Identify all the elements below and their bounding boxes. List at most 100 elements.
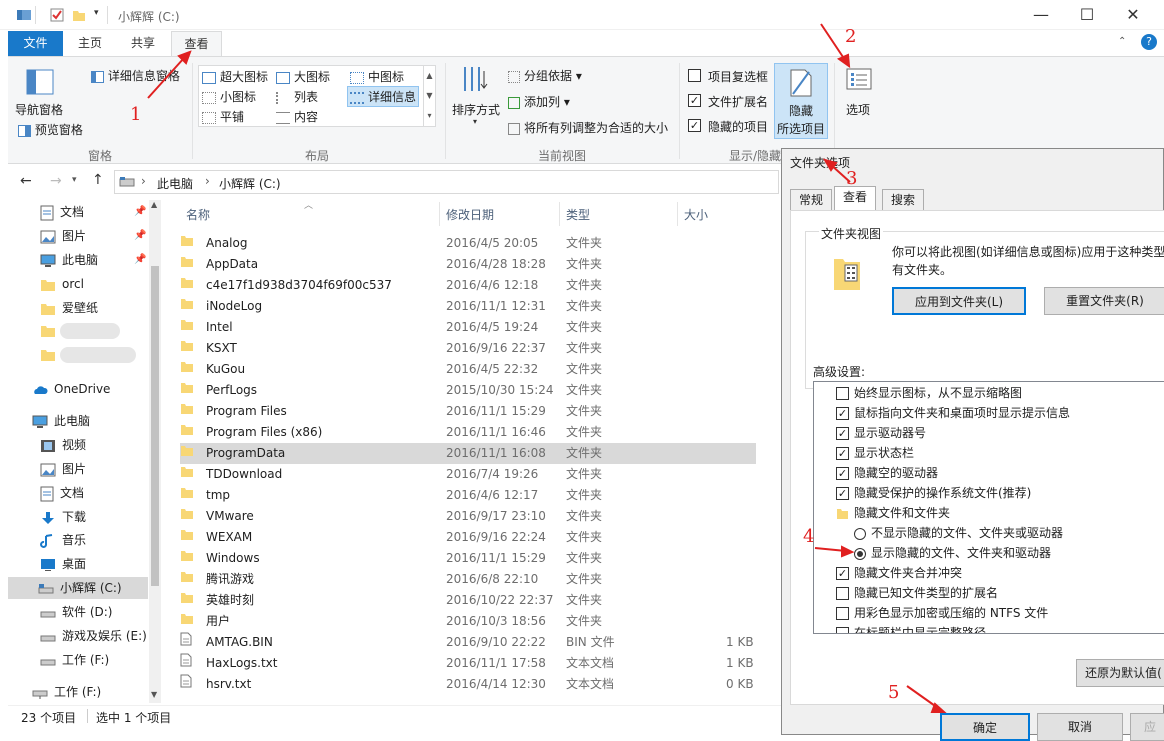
reset-folders-button[interactable]: 重置文件夹(R) — [1044, 287, 1164, 315]
column-header-type[interactable]: 类型 — [566, 206, 590, 223]
breadcrumb-drive[interactable]: 小辉辉 (C:) — [219, 175, 281, 192]
layout-content[interactable]: 内容 — [276, 108, 318, 125]
nav-item-this-pc[interactable]: 此电脑 — [32, 410, 90, 432]
table-row[interactable]: c4e17f1d938d3704f69f00c537 2016/4/6 12:18… — [180, 275, 756, 296]
hide-selected-button[interactable]: 隐藏 所选项目 — [774, 63, 828, 139]
add-column-button[interactable]: 添加列 ▾ — [508, 93, 570, 110]
table-row[interactable]: AppData 2016/4/28 18:28 文件夹 — [180, 254, 756, 275]
advanced-setting-item[interactable]: 显示隐藏的文件、文件夹和驱动器 — [854, 543, 1051, 563]
layout-list[interactable]: 列表 — [276, 88, 318, 105]
advanced-setting-item[interactable]: 隐藏已知文件类型的扩展名 — [836, 583, 998, 603]
table-row[interactable]: Intel 2016/4/5 19:24 文件夹 — [180, 317, 756, 338]
setting-checkbox[interactable]: ✓ — [836, 487, 849, 500]
forward-arrow-icon[interactable]: → — [50, 173, 62, 189]
minimize-button[interactable]: — — [1018, 0, 1064, 30]
layout-details[interactable]: 详细信息 — [347, 86, 420, 107]
table-row[interactable]: ProgramData 2016/11/1 16:08 文件夹 — [180, 443, 756, 464]
close-button[interactable]: ✕ — [1110, 0, 1156, 30]
table-row[interactable]: Program Files 2016/11/1 15:29 文件夹 — [180, 401, 756, 422]
nav-item-wallpaper[interactable]: 爱壁纸 — [40, 297, 98, 319]
nav-item-orcl[interactable]: orcl — [40, 273, 84, 295]
table-row[interactable]: Program Files (x86) 2016/11/1 16:46 文件夹 — [180, 422, 756, 443]
table-row[interactable]: Windows 2016/11/1 15:29 文件夹 — [180, 548, 756, 569]
dialog-tab-search[interactable]: 搜索 — [882, 189, 925, 210]
tab-share[interactable]: 共享 — [118, 31, 168, 56]
table-row[interactable]: Analog 2016/4/5 20:05 文件夹 — [180, 233, 756, 254]
collapse-ribbon-icon[interactable]: ⌃ — [1118, 36, 1126, 47]
layout-extra-large-icons[interactable]: 超大图标 — [202, 68, 268, 85]
nav-item-music[interactable]: 音乐 — [40, 529, 86, 551]
layout-tiles[interactable]: 平铺 — [202, 108, 244, 125]
table-row[interactable]: tmp 2016/4/6 12:17 文件夹 — [180, 485, 756, 506]
restore-defaults-button[interactable]: 还原为默认值( — [1076, 659, 1164, 687]
new-folder-icon[interactable] — [72, 8, 86, 22]
advanced-setting-item[interactable]: 用彩色显示加密或压缩的 NTFS 文件 — [836, 603, 1048, 623]
apply-to-folders-button[interactable]: 应用到文件夹(L) — [892, 287, 1026, 315]
table-row[interactable]: 腾讯游戏 2016/6/8 22:10 文件夹 — [180, 569, 756, 590]
tab-home[interactable]: 主页 — [67, 31, 113, 56]
layout-gallery-scroll[interactable]: ▲ ▼ ▾ — [423, 66, 435, 126]
table-row[interactable]: 用户 2016/10/3 18:56 文件夹 — [180, 611, 756, 632]
nav-pane-icon[interactable] — [26, 69, 54, 98]
setting-checkbox[interactable]: ✓ — [836, 567, 849, 580]
nav-item-pc-pictures[interactable]: 图片 — [40, 458, 86, 480]
table-row[interactable]: HaxLogs.txt 2016/11/1 17:58 文本文档 1 KB — [180, 653, 756, 674]
cancel-button[interactable]: 取消 — [1037, 713, 1123, 741]
nav-item-drive-c[interactable]: 小辉辉 (C:) — [8, 577, 148, 599]
nav-pane-button[interactable]: 导航窗格 — [15, 101, 63, 118]
advanced-setting-item[interactable]: 隐藏文件和文件夹 — [836, 503, 950, 523]
setting-radio[interactable] — [854, 547, 866, 560]
advanced-setting-item[interactable]: ✓ 隐藏受保护的操作系统文件(推荐) — [836, 483, 1031, 503]
nav-scrollbar-thumb[interactable] — [151, 266, 159, 586]
apply-button[interactable]: 应 — [1130, 713, 1164, 741]
table-row[interactable]: WEXAM 2016/9/16 22:24 文件夹 — [180, 527, 756, 548]
table-row[interactable]: hsrv.txt 2016/4/14 12:30 文本文档 0 KB — [180, 674, 756, 695]
table-row[interactable]: KuGou 2016/4/5 22:32 文件夹 — [180, 359, 756, 380]
properties-icon[interactable] — [50, 8, 64, 22]
setting-checkbox[interactable] — [836, 627, 849, 633]
layout-small-icons[interactable]: 小图标 — [202, 88, 256, 105]
setting-checkbox[interactable] — [836, 607, 849, 620]
table-row[interactable]: 英雄时刻 2016/10/22 22:37 文件夹 — [180, 590, 756, 611]
advanced-setting-item[interactable]: 在标题栏中显示完整路径 — [836, 623, 986, 633]
preview-pane-button[interactable]: 预览窗格 — [18, 121, 83, 138]
table-row[interactable]: VMware 2016/9/17 23:10 文件夹 — [180, 506, 756, 527]
tab-file[interactable]: 文件 — [8, 31, 63, 56]
dialog-tab-view[interactable]: 查看 — [834, 186, 877, 210]
table-row[interactable]: TDDownload 2016/7/4 19:26 文件夹 — [180, 464, 756, 485]
nav-item-pictures[interactable]: 图片 — [40, 225, 86, 247]
setting-checkbox[interactable]: ✓ — [836, 407, 849, 420]
file-ext-checkbox[interactable]: ✓ — [688, 94, 701, 107]
setting-checkbox[interactable]: ✓ — [836, 447, 849, 460]
pin-icon[interactable]: 📌 — [134, 254, 146, 265]
setting-checkbox[interactable] — [836, 387, 849, 400]
recent-locations-icon[interactable]: ▾ — [72, 175, 77, 185]
back-arrow-icon[interactable]: ← — [20, 173, 32, 189]
nav-item-drive-f[interactable]: 工作 (F:) — [40, 649, 109, 671]
table-row[interactable]: AMTAG.BIN 2016/9/10 22:22 BIN 文件 1 KB — [180, 632, 756, 653]
table-row[interactable]: iNodeLog 2016/11/1 12:31 文件夹 — [180, 296, 756, 317]
nav-item-videos[interactable]: 视频 — [40, 434, 86, 456]
layout-medium-icons[interactable]: 中图标 — [350, 68, 404, 85]
layout-large-icons[interactable]: 大图标 — [276, 68, 330, 85]
maximize-button[interactable]: ☐ — [1064, 0, 1110, 30]
advanced-setting-item[interactable]: 不显示隐藏的文件、文件夹或驱动器 — [854, 523, 1063, 543]
table-row[interactable]: PerfLogs 2015/10/30 15:24 文件夹 — [180, 380, 756, 401]
setting-checkbox[interactable]: ✓ — [836, 467, 849, 480]
nav-item-pc-documents[interactable]: 文档 — [40, 482, 84, 504]
advanced-settings-list[interactable]: 始终显示图标，从不显示缩略图 ✓ 鼠标指向文件夹和桌面项时显示提示信息 ✓ 显示驱动器号… — [813, 381, 1164, 634]
fit-columns-button[interactable]: 将所有列调整为合适的大小 — [508, 119, 668, 136]
advanced-setting-item[interactable]: ✓ 显示状态栏 — [836, 443, 914, 463]
breadcrumb-this-pc[interactable]: 此电脑 — [157, 175, 193, 192]
tab-view[interactable]: 查看 — [171, 31, 222, 56]
advanced-setting-item[interactable]: ✓ 隐藏文件夹合并冲突 — [836, 563, 962, 583]
setting-checkbox[interactable]: ✓ — [836, 427, 849, 440]
nav-item-documents[interactable]: 文档 — [40, 201, 84, 223]
advanced-setting-item[interactable]: ✓ 隐藏空的驱动器 — [836, 463, 938, 483]
nav-item-downloads[interactable]: 下载 — [40, 506, 86, 528]
sort-by-button[interactable]: 排序方式 — [452, 101, 500, 118]
group-by-button[interactable]: 分组依据 ▾ — [508, 67, 582, 84]
column-header-name[interactable]: 名称 — [186, 206, 210, 223]
details-pane-button[interactable]: 详细信息窗格 — [91, 67, 180, 84]
nav-item-drive-d[interactable]: 软件 (D:) — [40, 601, 112, 623]
